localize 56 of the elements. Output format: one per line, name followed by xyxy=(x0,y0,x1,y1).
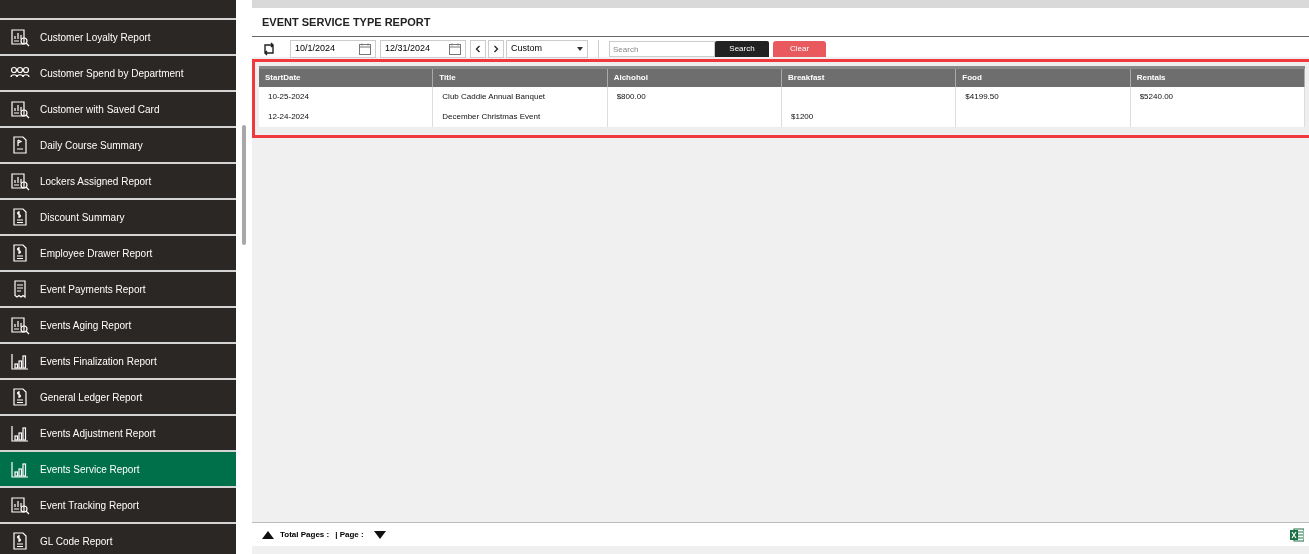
report-search-icon xyxy=(10,171,30,191)
next-button[interactable] xyxy=(488,40,504,58)
search-field[interactable]: Search xyxy=(609,41,715,57)
report-title: EVENT SERVICE TYPE REPORT xyxy=(262,14,431,30)
scrollbar-thumb[interactable] xyxy=(242,125,246,245)
sidebar-item[interactable]: Event Payments Report xyxy=(0,272,236,306)
sidebar-item[interactable]: GL Code Report xyxy=(0,524,236,554)
bar-chart-icon xyxy=(10,351,30,371)
report-search-icon xyxy=(10,27,30,47)
report-search-icon xyxy=(10,315,30,335)
range-dropdown[interactable]: Custom xyxy=(506,40,588,58)
sidebar-item[interactable]: Discount Summary xyxy=(0,200,236,234)
page-up-icon[interactable] xyxy=(262,530,274,539)
table-cell: $5240.00 xyxy=(1139,91,1174,103)
sidebar-item[interactable]: Events Aging Report xyxy=(0,308,236,342)
spreadsheet-export-icon[interactable] xyxy=(1290,527,1304,542)
table-cell: $4199.50 xyxy=(965,91,999,103)
sidebar-item[interactable]: Events Finalization Report xyxy=(0,344,236,378)
bar-chart-icon xyxy=(10,459,30,479)
sidebar-item[interactable]: Customer with Saved Card xyxy=(0,92,236,126)
chevron-right-icon xyxy=(492,45,500,53)
table-cell: December Christmas Event xyxy=(442,111,541,123)
table-cell: 12-24-2024 xyxy=(268,111,309,123)
caret-icon xyxy=(577,47,583,51)
dollar-document-icon xyxy=(10,243,30,263)
page-label: | Page : xyxy=(335,528,364,541)
sidebar-item[interactable]: Employee Drawer Report xyxy=(0,236,236,270)
refresh-icon[interactable] xyxy=(262,42,276,56)
calendar-icon[interactable] xyxy=(449,43,461,55)
bar-chart-icon xyxy=(10,423,30,443)
report-search-icon xyxy=(10,495,30,515)
sidebar-item[interactable]: Event Tracking Report xyxy=(0,488,236,522)
dollar-document-icon xyxy=(10,207,30,227)
table-cell: Club Caddie Annual Banquet xyxy=(442,91,546,103)
end-date-field[interactable]: 12/31/2024 xyxy=(380,40,466,58)
sidebar-item[interactable]: Daily Course Summary xyxy=(0,128,236,162)
sidebar-item[interactable]: Events Service Report xyxy=(0,452,236,486)
table-cell: $800.00 xyxy=(616,91,646,103)
sidebar-item[interactable]: General Ledger Report xyxy=(0,380,236,414)
dollar-document-icon xyxy=(10,387,30,407)
previous-button[interactable] xyxy=(470,40,486,58)
total-pages-label: Total Pages : xyxy=(280,528,330,541)
sidebar-item[interactable]: Events Adjustment Report xyxy=(0,416,236,450)
start-date-field[interactable]: 10/1/2024 xyxy=(290,40,376,58)
table-cell: 10-25-2024 xyxy=(268,91,309,103)
page-down-icon[interactable] xyxy=(373,530,386,539)
search-button[interactable]: Search xyxy=(715,41,769,57)
table-cell: $1200 xyxy=(791,111,814,123)
calendar-icon[interactable] xyxy=(359,43,371,55)
chevron-left-icon xyxy=(474,45,482,53)
sidebar-item[interactable]: Customer Loyalty Report xyxy=(0,20,236,54)
sidebar-item[interactable]: Lockers Assigned Report xyxy=(0,164,236,198)
dollar-document-icon xyxy=(10,531,30,551)
report-search-icon xyxy=(10,99,30,119)
sidebar-item[interactable]: Customer Spend by Department xyxy=(0,56,236,90)
document-icon xyxy=(10,135,30,155)
